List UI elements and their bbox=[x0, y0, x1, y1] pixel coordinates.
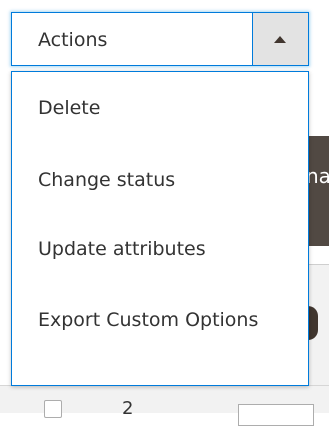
menu-item-change-status[interactable]: Change status bbox=[38, 165, 288, 196]
menu-item-delete[interactable]: Delete bbox=[38, 93, 288, 124]
menu-item-export-custom-options[interactable]: Export Custom Options bbox=[38, 305, 288, 336]
row-checkbox[interactable] bbox=[44, 400, 62, 418]
caret-up-icon bbox=[274, 36, 286, 43]
row-id-text: 2 bbox=[122, 398, 134, 419]
actions-toggle-button[interactable] bbox=[252, 13, 308, 65]
actions-label: Actions bbox=[38, 29, 108, 51]
actions-dropdown[interactable]: Actions bbox=[11, 12, 309, 66]
actions-menu: Delete Change status Update attributes E… bbox=[11, 71, 309, 386]
menu-item-update-attributes[interactable]: Update attributes bbox=[38, 234, 288, 265]
background-header-text: na bbox=[306, 164, 329, 188]
row-input[interactable] bbox=[238, 404, 314, 426]
